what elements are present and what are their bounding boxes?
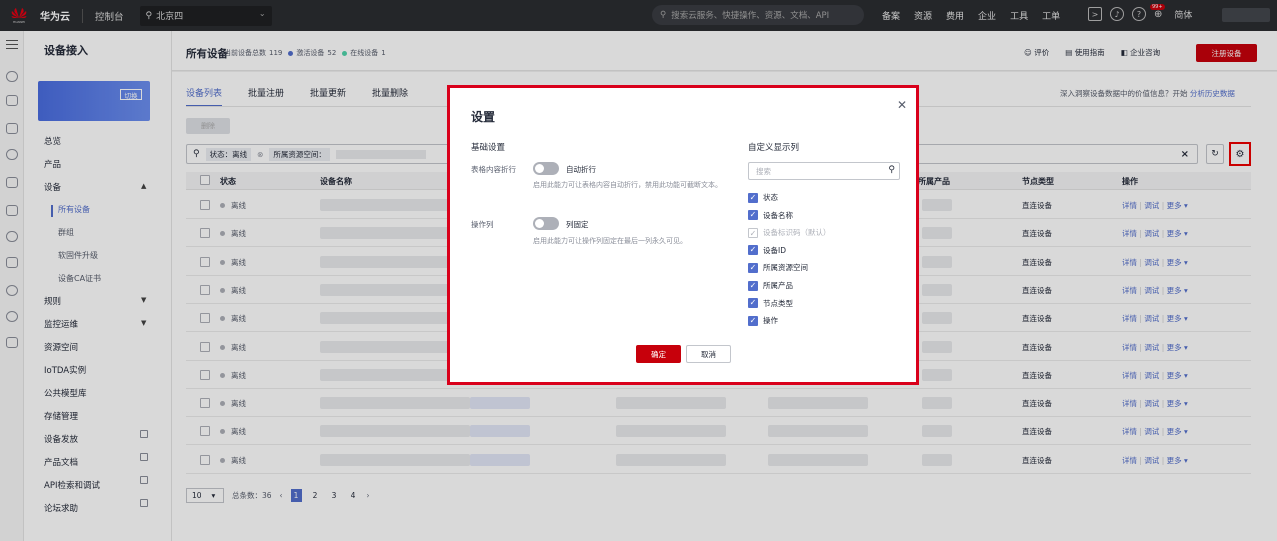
column-search-placeholder: 搜索 <box>756 166 771 176</box>
column-search-input[interactable]: 搜索 ⚲ <box>748 162 900 180</box>
checkbox-checked-icon[interactable]: ✓ <box>748 210 758 221</box>
column-option-label: 设备名称 <box>763 210 793 220</box>
column-option[interactable]: ✓ 状态 <box>748 192 778 203</box>
settings-dialog: 设置 ✕ 基础设置 表格内容折行 自动折行 启用此能力可让表格内容自动折行，禁用… <box>447 85 919 385</box>
ops-column-label: 操作列 <box>471 220 494 229</box>
fixed-column-label: 列固定 <box>566 220 589 229</box>
auto-wrap-description: 启用此能力可让表格内容自动折行，禁用此功能可截断文本。 <box>533 181 722 189</box>
checkbox-checked-icon[interactable]: ✓ <box>748 262 758 273</box>
checkbox-checked-icon[interactable]: ✓ <box>748 280 758 291</box>
cancel-button[interactable]: 取消 <box>686 345 731 363</box>
search-icon: ⚲ <box>888 165 895 175</box>
column-option[interactable]: ✓ 设备名称 <box>748 210 793 221</box>
column-option[interactable]: ✓ 节点类型 <box>748 298 793 309</box>
column-option[interactable]: ✓ 所属产品 <box>748 280 793 291</box>
checkbox-checked-icon[interactable]: ✓ <box>748 245 758 256</box>
column-option-label: 状态 <box>763 193 778 202</box>
checkbox-checked-icon[interactable]: ✓ <box>748 315 758 326</box>
column-option-label: 所属产品 <box>763 281 793 290</box>
column-option-label: 所属资源空间 <box>763 263 808 273</box>
checkbox-checked-icon[interactable]: ✓ <box>748 298 758 309</box>
column-option-label: 设备标识码（默认） <box>763 228 831 238</box>
column-option-label: 设备ID <box>763 245 786 255</box>
column-option[interactable]: ✓ 操作 <box>748 315 778 326</box>
checkbox-checked-icon: ✓ <box>748 227 758 238</box>
confirm-button[interactable]: 确定 <box>636 345 681 363</box>
column-option: ✓ 设备标识码（默认） <box>748 227 831 238</box>
auto-wrap-label: 自动折行 <box>566 165 596 174</box>
fixed-column-toggle[interactable] <box>533 217 559 230</box>
fixed-column-description: 启用此能力可让操作列固定在最后一列永久可见。 <box>533 237 687 245</box>
basic-settings-title: 基础设置 <box>471 143 506 153</box>
column-option[interactable]: ✓ 设备ID <box>748 245 786 256</box>
close-icon[interactable]: ✕ <box>897 98 907 112</box>
column-option[interactable]: ✓ 所属资源空间 <box>748 262 808 273</box>
dialog-title: 设置 <box>471 110 496 124</box>
auto-wrap-toggle[interactable] <box>533 162 559 175</box>
wrap-label: 表格内容折行 <box>471 165 516 174</box>
checkbox-checked-icon[interactable]: ✓ <box>748 192 758 203</box>
column-option-label: 操作 <box>763 316 778 326</box>
custom-columns-title: 自定义显示列 <box>748 143 800 153</box>
column-option-label: 节点类型 <box>763 298 793 308</box>
